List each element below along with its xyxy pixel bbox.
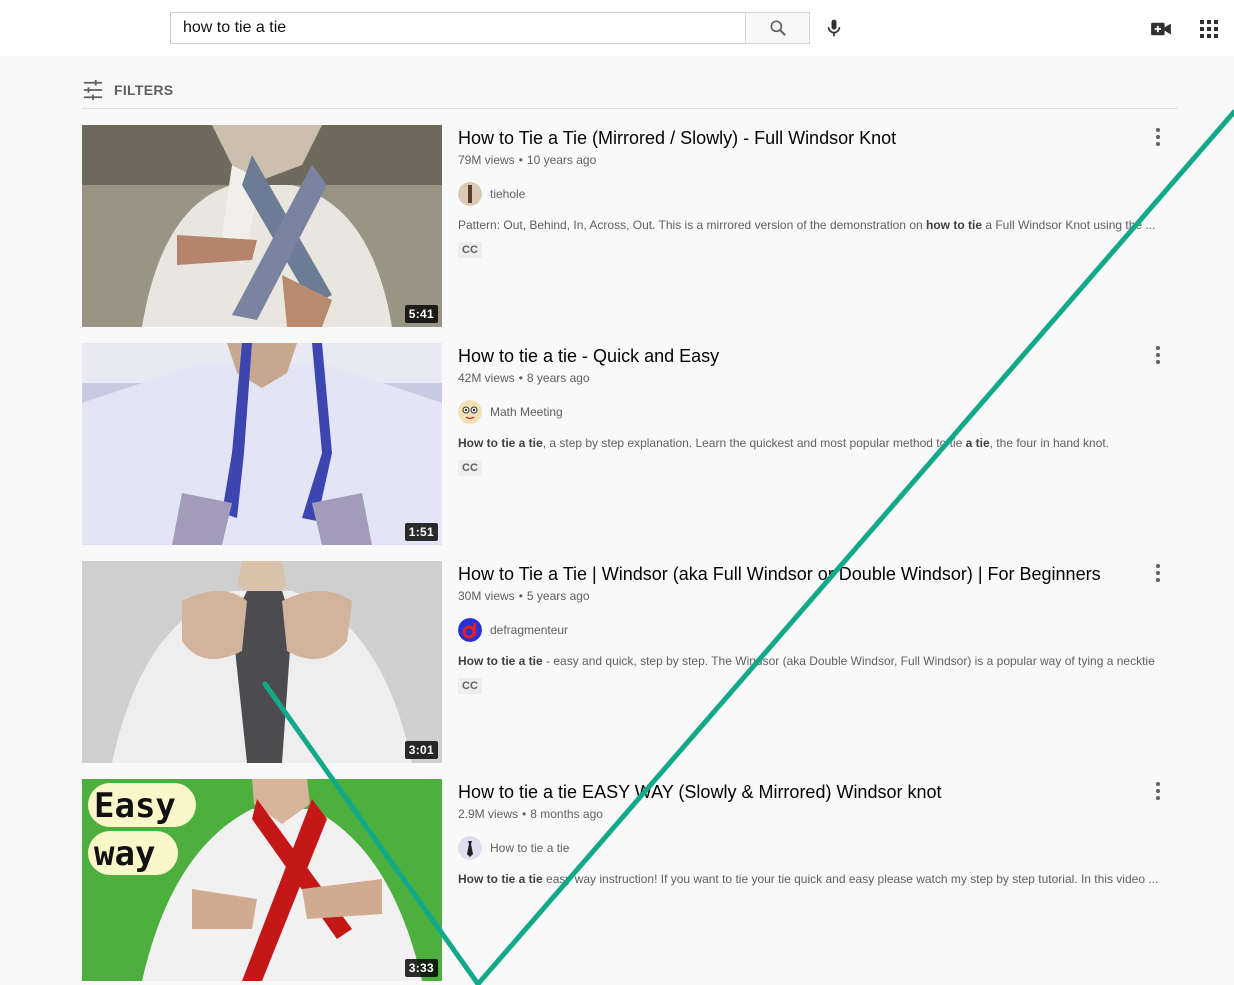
microphone-icon	[827, 19, 841, 37]
video-title[interactable]: How to tie a tie - Quick and Easy	[458, 343, 1158, 369]
thumbnail-text-easy: Easy	[94, 786, 176, 826]
more-actions-button[interactable]	[1146, 561, 1170, 585]
sliders-icon	[83, 80, 103, 100]
cc-badge: CC	[458, 242, 482, 258]
channel-link[interactable]: tiehole	[458, 182, 1158, 206]
channel-name[interactable]: defragmenteur	[490, 623, 568, 637]
video-meta: 79M views • 10 years ago	[458, 153, 597, 167]
channel-avatar[interactable]	[458, 182, 482, 206]
channel-avatar[interactable]	[458, 618, 482, 642]
video-result[interactable]: Easy way 3:33 How to tie a tie EASY WAY …	[82, 779, 1178, 981]
video-meta: 30M views • 5 years ago	[458, 589, 590, 603]
apps-grid-icon	[1200, 20, 1218, 38]
create-video-button[interactable]	[1146, 14, 1176, 44]
channel-avatar[interactable]	[458, 836, 482, 860]
video-thumbnail[interactable]: Easy way 3:33	[82, 779, 442, 981]
upload-age: 8 years ago	[526, 371, 590, 385]
view-count: 2.9M views	[458, 807, 519, 821]
more-vertical-icon	[1156, 346, 1160, 364]
search-button[interactable]	[745, 12, 810, 44]
video-result[interactable]: 1:51 How to tie a tie - Quick and Easy 4…	[82, 343, 1178, 545]
video-info: How to tie a tie - Quick and Easy 42M vi…	[458, 343, 1158, 476]
channel-avatar[interactable]	[458, 400, 482, 424]
video-result[interactable]: 5:41 How to Tie a Tie (Mirrored / Slowly…	[82, 125, 1178, 327]
view-count: 30M views	[458, 589, 515, 603]
channel-link[interactable]: defragmenteur	[458, 618, 1158, 642]
channel-link[interactable]: Math Meeting	[458, 400, 1158, 424]
masthead: how to tie a tie	[0, 0, 1234, 56]
video-duration: 5:41	[404, 305, 438, 323]
view-count: 79M views	[458, 153, 515, 167]
video-meta: 2.9M views • 8 months ago	[458, 807, 603, 821]
video-title[interactable]: How to Tie a Tie | Windsor (aka Full Win…	[458, 561, 1158, 587]
video-duration: 3:33	[404, 959, 438, 977]
upload-age: 5 years ago	[526, 589, 590, 603]
video-meta: 42M views • 8 years ago	[458, 371, 590, 385]
video-description: Pattern: Out, Behind, In, Across, Out. T…	[458, 218, 1156, 232]
more-vertical-icon	[1156, 128, 1160, 146]
cc-badge: CC	[458, 460, 482, 476]
video-title[interactable]: How to Tie a Tie (Mirrored / Slowly) - F…	[458, 125, 1158, 151]
more-actions-button[interactable]	[1146, 343, 1170, 367]
video-duration: 3:01	[404, 741, 438, 759]
view-count: 42M views	[458, 371, 515, 385]
filters-button[interactable]: FILTERS	[82, 78, 173, 102]
filters-label: FILTERS	[114, 82, 174, 98]
video-camera-plus-icon	[1151, 22, 1171, 36]
video-info: How to tie a tie EASY WAY (Slowly & Mirr…	[458, 779, 1158, 888]
more-vertical-icon	[1156, 564, 1160, 582]
video-duration: 1:51	[404, 523, 438, 541]
search-icon	[770, 20, 786, 36]
cc-badge: CC	[458, 678, 482, 694]
channel-name[interactable]: Math Meeting	[490, 405, 563, 419]
apps-button[interactable]	[1194, 14, 1224, 44]
channel-link[interactable]: How to tie a tie	[458, 836, 1158, 860]
divider	[82, 108, 1178, 109]
video-thumbnail[interactable]: 3:01	[82, 561, 442, 763]
video-info: How to Tie a Tie (Mirrored / Slowly) - F…	[458, 125, 1158, 258]
thumbnail-text-way: way	[94, 834, 155, 874]
more-actions-button[interactable]	[1146, 125, 1170, 149]
upload-age: 8 months ago	[530, 807, 603, 821]
video-title[interactable]: How to tie a tie EASY WAY (Slowly & Mirr…	[458, 779, 1158, 805]
more-vertical-icon	[1156, 782, 1160, 800]
video-description: How to tie a tie - easy and quick, step …	[458, 654, 1158, 668]
upload-age: 10 years ago	[526, 153, 597, 167]
more-actions-button[interactable]	[1146, 779, 1170, 803]
video-description: How to tie a tie easy way instruction! I…	[458, 872, 1158, 886]
video-thumbnail[interactable]: 1:51	[82, 343, 442, 545]
channel-name[interactable]: How to tie a tie	[490, 841, 569, 855]
voice-search-button[interactable]	[818, 12, 850, 44]
search-input[interactable]: how to tie a tie	[170, 12, 746, 44]
video-thumbnail[interactable]: 5:41	[82, 125, 442, 327]
video-info: How to Tie a Tie | Windsor (aka Full Win…	[458, 561, 1158, 694]
video-description: How to tie a tie, a step by step explana…	[458, 436, 1110, 450]
video-result[interactable]: 3:01 How to Tie a Tie | Windsor (aka Ful…	[82, 561, 1178, 763]
channel-name[interactable]: tiehole	[490, 187, 525, 201]
